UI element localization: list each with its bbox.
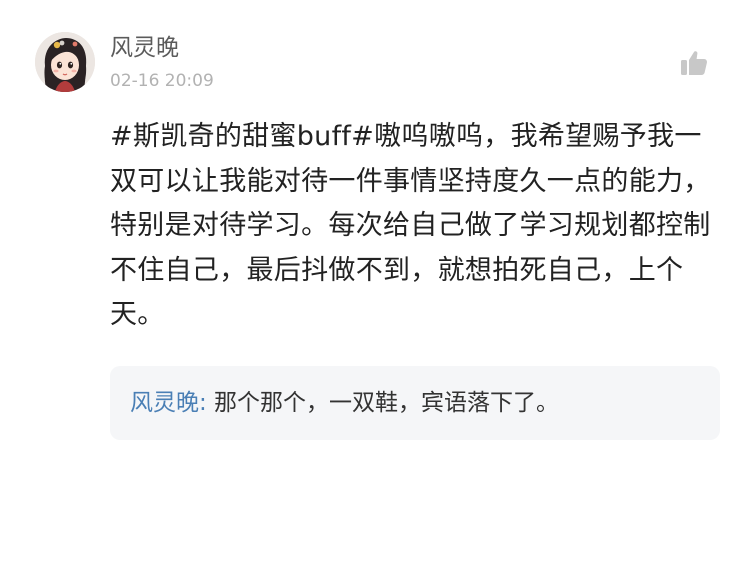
thumbs-up-icon xyxy=(681,51,708,75)
reply-author[interactable]: 风灵晚 xyxy=(130,390,199,416)
author-name[interactable]: 风灵晚 xyxy=(110,34,179,62)
comment-timestamp: 02-16 20:09 xyxy=(110,71,214,91)
avatar[interactable] xyxy=(35,32,95,92)
avatar-girl-icon xyxy=(35,32,95,92)
comment-card: 风灵晚 02-16 20:09 #斯凯奇的甜蜜buff#嗷呜嗷呜，我希望赐予我一… xyxy=(0,0,750,586)
like-button[interactable] xyxy=(678,47,710,79)
reply-preview[interactable]: 风灵晚: 那个那个，一双鞋，宾语落下了。 xyxy=(110,366,720,440)
reply-item: 风灵晚: 那个那个，一双鞋，宾语落下了。 xyxy=(130,388,559,418)
reply-text: 那个那个，一双鞋，宾语落下了。 xyxy=(206,390,560,416)
comment-text: #斯凯奇的甜蜜buff#嗷呜嗷呜，我希望赐予我一双可以让我能对待一件事情坚持度久… xyxy=(110,121,711,330)
reply-separator: : xyxy=(199,390,207,416)
